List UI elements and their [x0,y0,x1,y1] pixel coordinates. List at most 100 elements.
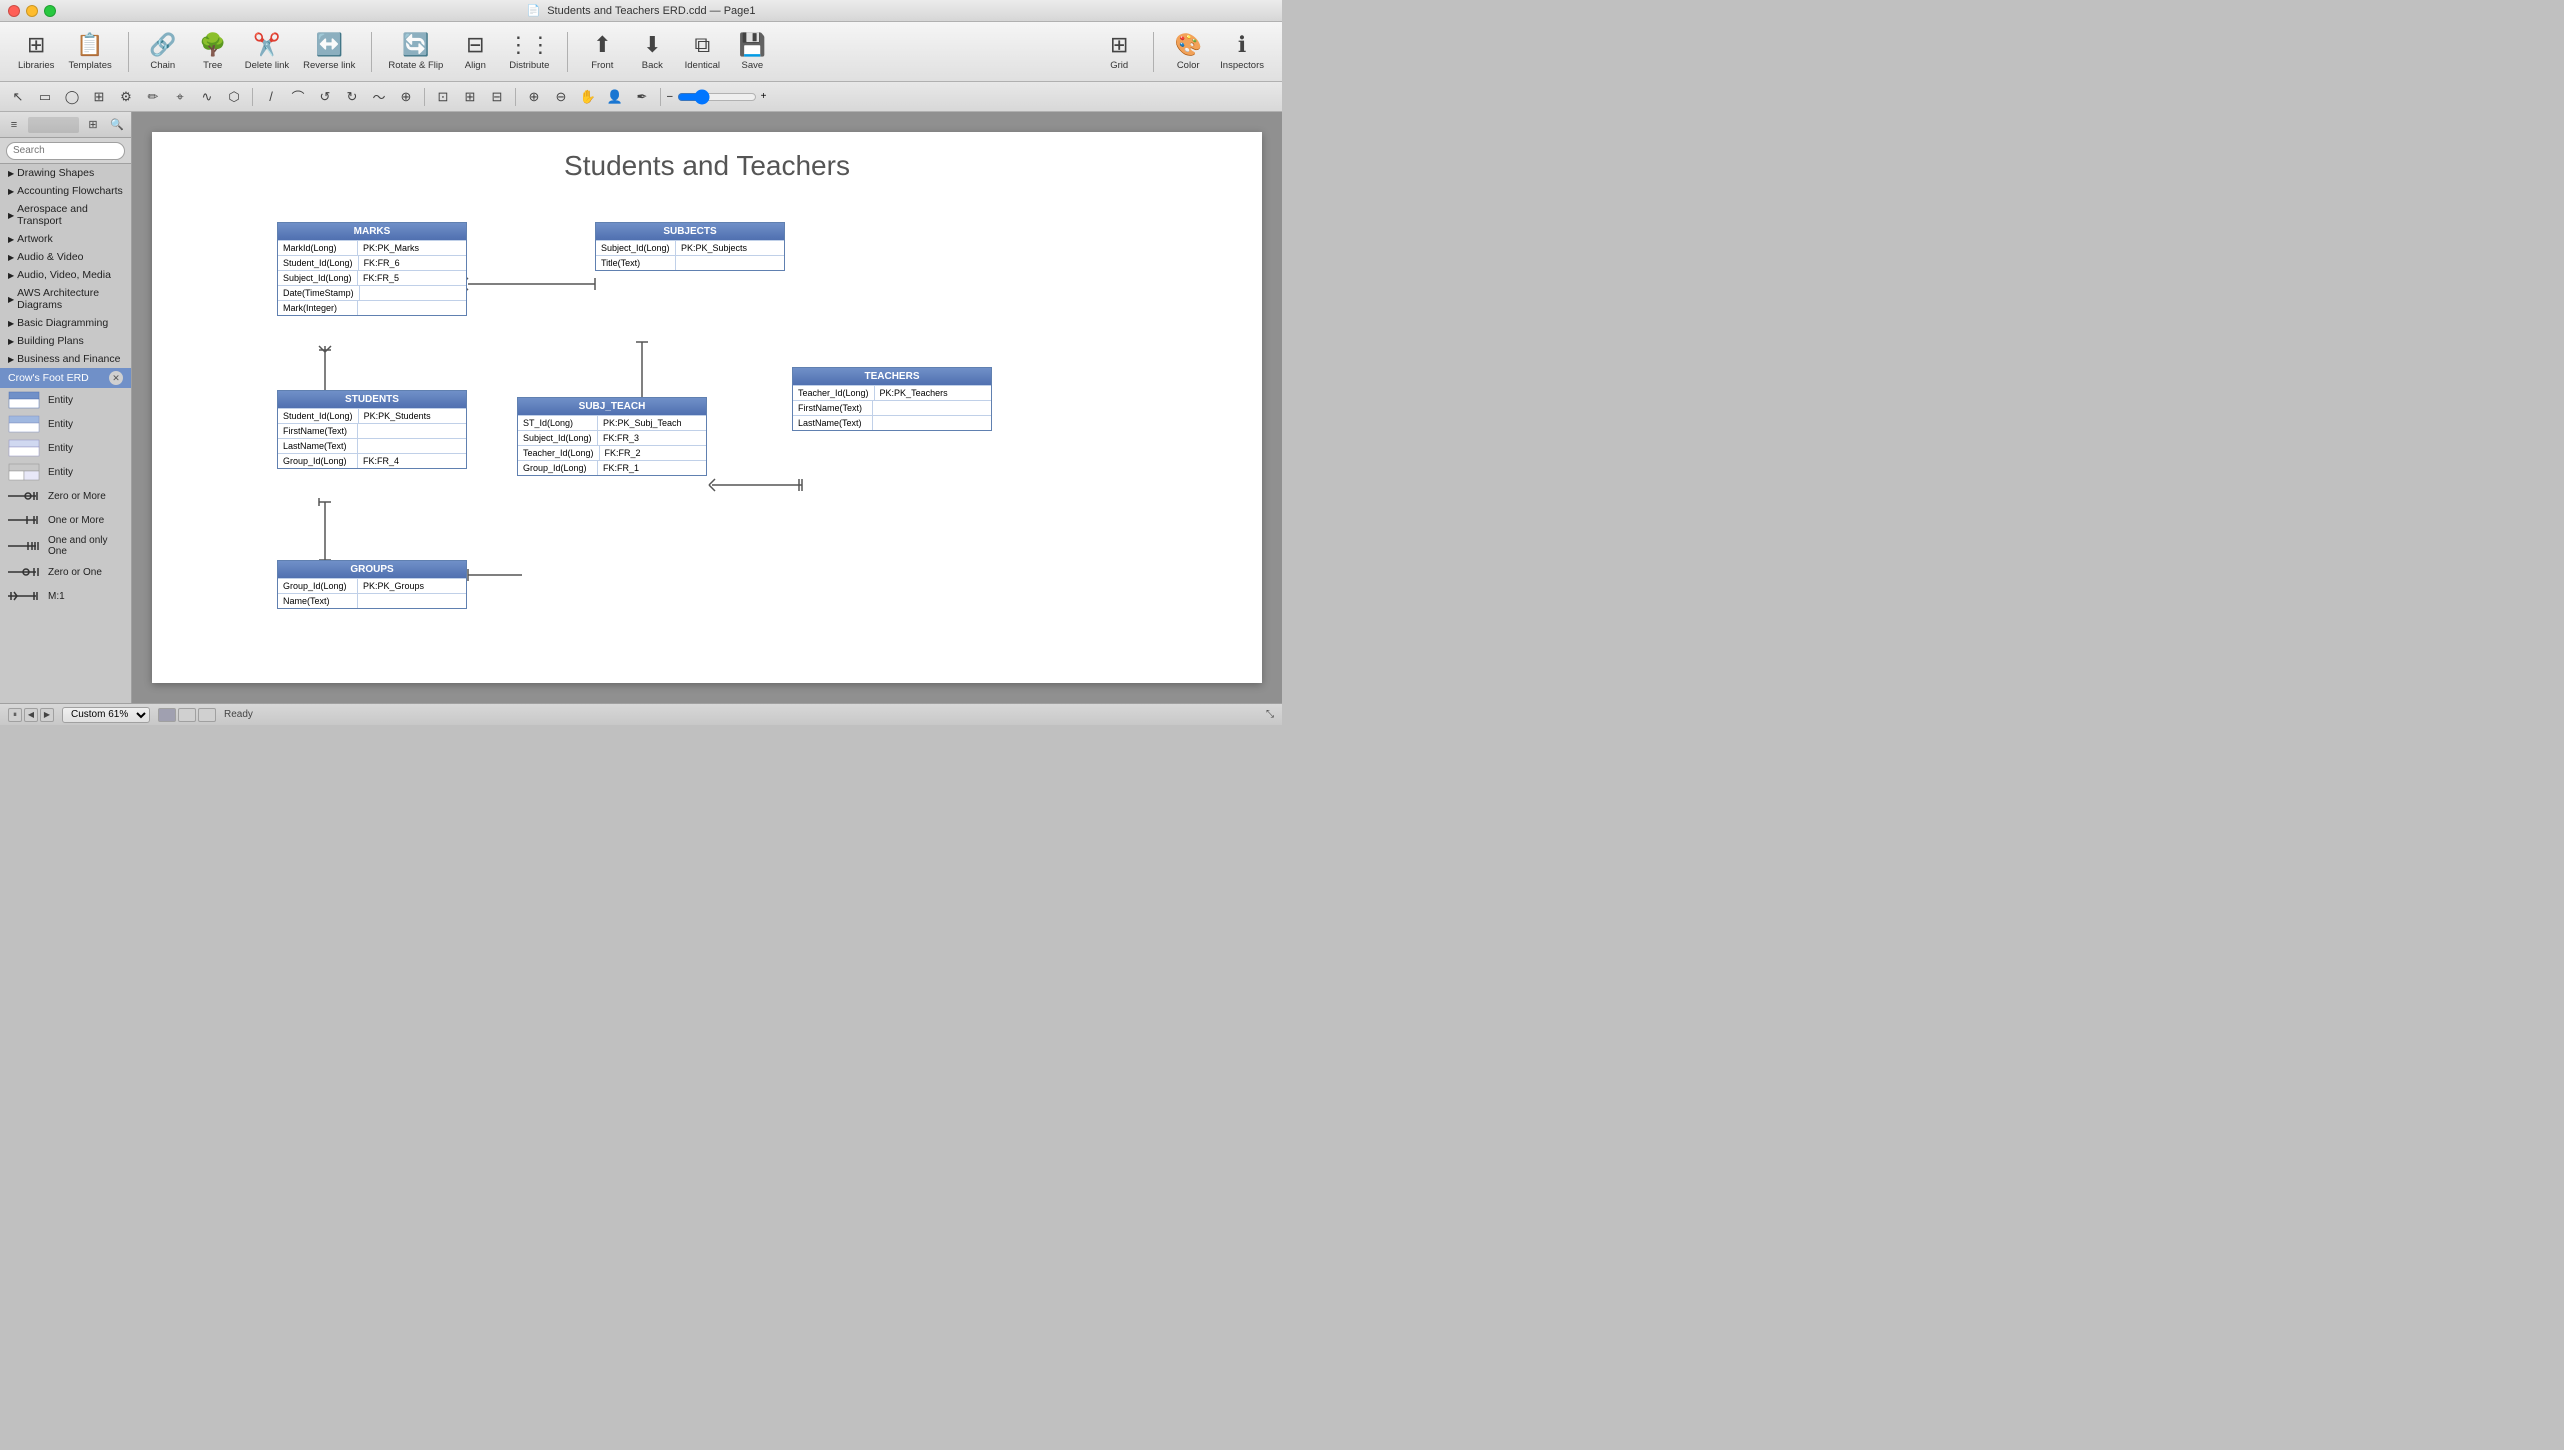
pause-button[interactable]: ⏸ [8,708,22,722]
align-icon: ⊟ [466,32,484,58]
view-buttons [158,708,216,722]
shape-item-entity-2[interactable]: Entity [0,412,131,436]
table-tool[interactable]: ⊞ [87,86,111,108]
undo-tool[interactable]: ↺ [313,86,337,108]
delete-link-button[interactable]: ✂️ Delete link [239,28,295,75]
shape-item-zero-more[interactable]: Zero or More [0,484,131,508]
bezier-tool[interactable]: ∿ [195,86,219,108]
marks-table[interactable]: MARKS MarkId(Long) PK:PK_Marks Student_I… [277,222,467,316]
identical-button[interactable]: ⧉ Identical [678,28,726,75]
marks-header: MARKS [278,223,466,240]
subj-teach-table[interactable]: SUBJ_TEACH ST_Id(Long) PK:PK_Subj_Teach … [517,397,707,476]
zoom-select[interactable]: Custom 61% 25% 50% 75% 100% 150% 200% [62,707,150,723]
maximize-button[interactable] [44,5,56,17]
redo-tool[interactable]: ↻ [340,86,364,108]
multipoint-tool[interactable]: ⌖ [168,86,192,108]
user-tool[interactable]: 👤 [603,86,627,108]
shape-item-zero-one[interactable]: Zero or One [0,560,131,584]
align-button[interactable]: ⊟ Align [451,28,499,75]
color-button[interactable]: 🎨 Color [1164,28,1212,75]
reverse-link-button[interactable]: ↔️ Reverse link [297,28,361,75]
eyedropper-tool[interactable]: ✒ [630,86,654,108]
sidebar-item-aerospace[interactable]: ▶ Aerospace and Transport [0,200,131,230]
zoom-out-small[interactable]: – [667,91,673,102]
shape-item-entity-4[interactable]: Entity [0,460,131,484]
sidebar-item-audio-video-media[interactable]: ▶ Audio, Video, Media [0,266,131,284]
select-tool[interactable]: ↖ [6,86,30,108]
ellipse-tool[interactable]: ◯ [60,86,84,108]
connector-tool[interactable]: ⚙ [114,86,138,108]
sidebar-item-artwork[interactable]: ▶ Artwork [0,230,131,248]
line-tool[interactable]: / [259,86,283,108]
sidebar-item-audio-video[interactable]: ▶ Audio & Video [0,248,131,266]
identical-icon: ⧉ [694,32,710,58]
save-button[interactable]: 💾 Save [728,28,776,75]
entity-2-icon [8,415,40,433]
group-tool[interactable]: ⊞ [458,86,482,108]
next-page-button[interactable]: ▶ [40,708,54,722]
pen-tool[interactable]: ✏ [141,86,165,108]
window-controls[interactable] [8,5,56,17]
zoom-display: Custom 61% 25% 50% 75% 100% 150% 200% [62,707,150,723]
close-button[interactable] [8,5,20,17]
sidebar-search-btn[interactable]: 🔍 [107,115,127,135]
expand-arrow: ▶ [8,319,14,328]
front-button[interactable]: ⬆ Front [578,28,626,75]
rotate-flip-button[interactable]: 🔄 Rotate & Flip [382,28,449,75]
chain-button[interactable]: 🔗 Chain [139,28,187,75]
minimize-button[interactable] [26,5,38,17]
distribute-button[interactable]: ⋮⋮ Distribute [501,28,557,75]
sidebar-item-aws[interactable]: ▶ AWS Architecture Diagrams [0,284,131,314]
view-btn-1[interactable] [158,708,176,722]
secondary-toolbar: ↖ ▭ ◯ ⊞ ⚙ ✏ ⌖ ∿ ⬡ / ⌒ ↺ ↻ 〜 ⊕ ⊡ ⊞ ⊟ ⊕ ⊖ … [0,82,1282,112]
zoom-out-icon[interactable]: ⊖ [549,86,573,108]
sidebar-item-building-plans[interactable]: ▶ Building Plans [0,332,131,350]
libraries-button[interactable]: ⊞ Libraries [12,28,60,75]
hand-tool[interactable]: ✋ [576,86,600,108]
sidebar-item-business-finance[interactable]: ▶ Business and Finance [0,350,131,368]
link-tools: 🔗 Chain 🌳 Tree ✂️ Delete link ↔️ Reverse… [135,28,366,75]
resize-handle[interactable]: ⤡ [1266,709,1274,720]
prev-page-button[interactable]: ◀ [24,708,38,722]
back-button[interactable]: ⬇ Back [628,28,676,75]
sidebar-item-accounting[interactable]: ▶ Accounting Flowcharts [0,182,131,200]
erd-container: MARKS MarkId(Long) PK:PK_Marks Student_I… [182,192,1232,663]
shape-item-entity-3[interactable]: Entity [0,436,131,460]
templates-button[interactable]: 📋 Templates [62,28,117,75]
rect-tool[interactable]: ▭ [33,86,57,108]
sidebar-list-view[interactable]: ≡ [4,115,24,135]
inspectors-button[interactable]: ℹ Inspectors [1214,28,1270,75]
students-table[interactable]: STUDENTS Student_Id(Long) PK:PK_Students… [277,390,467,469]
shape-tool[interactable]: ⬡ [222,86,246,108]
freehand-tool[interactable]: 〜 [367,86,391,108]
ungroup-tool[interactable]: ⊟ [485,86,509,108]
shape-item-m1[interactable]: M:1 [0,584,131,608]
view-btn-2[interactable] [178,708,196,722]
search-input[interactable] [6,142,125,160]
sidebar-path [28,117,79,133]
sidebar-grid-view[interactable]: ⊞ [83,115,103,135]
teachers-table[interactable]: TEACHERS Teacher_Id(Long) PK:PK_Teachers… [792,367,992,431]
zoom-slider[interactable] [677,89,757,105]
groups-table[interactable]: GROUPS Group_Id(Long) PK:PK_Groups Name(… [277,560,467,609]
view-btn-3[interactable] [198,708,216,722]
stamp-tool[interactable]: ⊕ [394,86,418,108]
tree-button[interactable]: 🌳 Tree [189,28,237,75]
canvas-area[interactable]: Students and Teachers [132,112,1282,703]
titlebar: 📄 Students and Teachers ERD.cdd — Page1 [0,0,1282,22]
one-more-icon [8,511,40,529]
sidebar-item-basic-diagramming[interactable]: ▶ Basic Diagramming [0,314,131,332]
subjects-table[interactable]: SUBJECTS Subject_Id(Long) PK:PK_Subjects… [595,222,785,271]
crop-tool[interactable]: ⊡ [431,86,455,108]
sidebar-item-drawing-shapes[interactable]: ▶ Drawing Shapes [0,164,131,182]
shape-item-one-only-one[interactable]: One and only One [0,532,131,560]
arc-tool[interactable]: ⌒ [286,86,310,108]
shape-item-one-more[interactable]: One or More [0,508,131,532]
teachers-header: TEACHERS [793,368,991,385]
shape-item-entity-1[interactable]: Entity [0,388,131,412]
close-group-button[interactable]: ✕ [109,371,123,385]
subj-teach-row-1: Subject_Id(Long) FK:FR_3 [518,430,706,445]
grid-button[interactable]: ⊞ Grid [1095,28,1143,75]
zoom-in-small[interactable]: + [761,91,767,102]
zoom-in-icon[interactable]: ⊕ [522,86,546,108]
